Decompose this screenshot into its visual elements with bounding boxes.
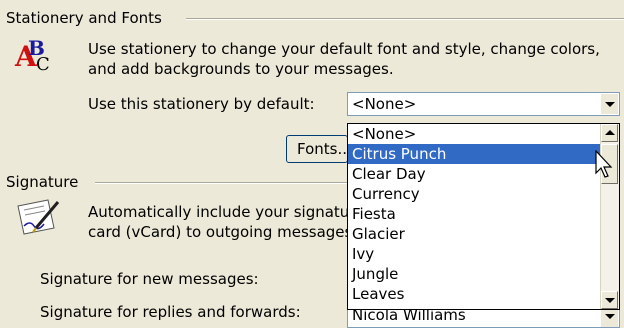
list-item[interactable]: Clear Day bbox=[348, 164, 602, 184]
default-stationery-value: <None> bbox=[352, 95, 417, 113]
signature-new-messages-label: Signature for new messages: bbox=[40, 270, 259, 288]
list-item[interactable]: Currency bbox=[348, 184, 602, 204]
signature-group-line bbox=[95, 182, 355, 184]
chevron-down-icon bbox=[605, 298, 615, 303]
list-item[interactable]: Glacier bbox=[348, 224, 602, 244]
list-item[interactable]: Leaves bbox=[348, 284, 602, 304]
list-item[interactable]: Ivy bbox=[348, 244, 602, 264]
list-item[interactable]: Fiesta bbox=[348, 204, 602, 224]
signature-pen-icon bbox=[14, 196, 62, 240]
list-item[interactable]: <None> bbox=[348, 124, 602, 144]
stationery-group-line bbox=[186, 18, 624, 20]
signature-description-line2: card (vCard) to outgoing messages. bbox=[88, 223, 358, 241]
signature-group-title: Signature bbox=[6, 173, 83, 191]
fonts-button[interactable]: Fonts... bbox=[286, 135, 352, 163]
stationery-dropdown-list[interactable]: <None> Citrus Punch Clear Day Currency F… bbox=[347, 123, 620, 310]
svg-text:C: C bbox=[36, 54, 50, 75]
list-item[interactable]: Jungle bbox=[348, 264, 602, 284]
stationery-description-line1: Use stationery to change your default fo… bbox=[88, 40, 600, 58]
combo-dropdown-button[interactable] bbox=[600, 94, 618, 114]
scroll-down-button[interactable] bbox=[601, 291, 618, 309]
chevron-down-icon bbox=[605, 102, 615, 107]
scroll-up-button[interactable] bbox=[601, 124, 618, 142]
default-stationery-label: Use this stationery by default: bbox=[88, 95, 315, 113]
stationery-group-title: Stationery and Fonts bbox=[6, 9, 166, 27]
fonts-button-label: Fonts... bbox=[297, 140, 352, 158]
stationery-description-line2: and add backgrounds to your messages. bbox=[88, 60, 394, 78]
stationery-options: <None> Citrus Punch Clear Day Currency F… bbox=[348, 124, 602, 304]
signature-replies-label: Signature for replies and forwards: bbox=[40, 303, 301, 321]
chevron-up-icon bbox=[605, 130, 615, 135]
default-stationery-combo[interactable]: <None> bbox=[347, 92, 620, 116]
chevron-down-icon bbox=[605, 314, 615, 319]
stationery-abc-icon: A B C bbox=[6, 34, 58, 76]
mouse-pointer-icon bbox=[595, 149, 615, 180]
list-item-selected[interactable]: Citrus Punch bbox=[348, 144, 602, 164]
